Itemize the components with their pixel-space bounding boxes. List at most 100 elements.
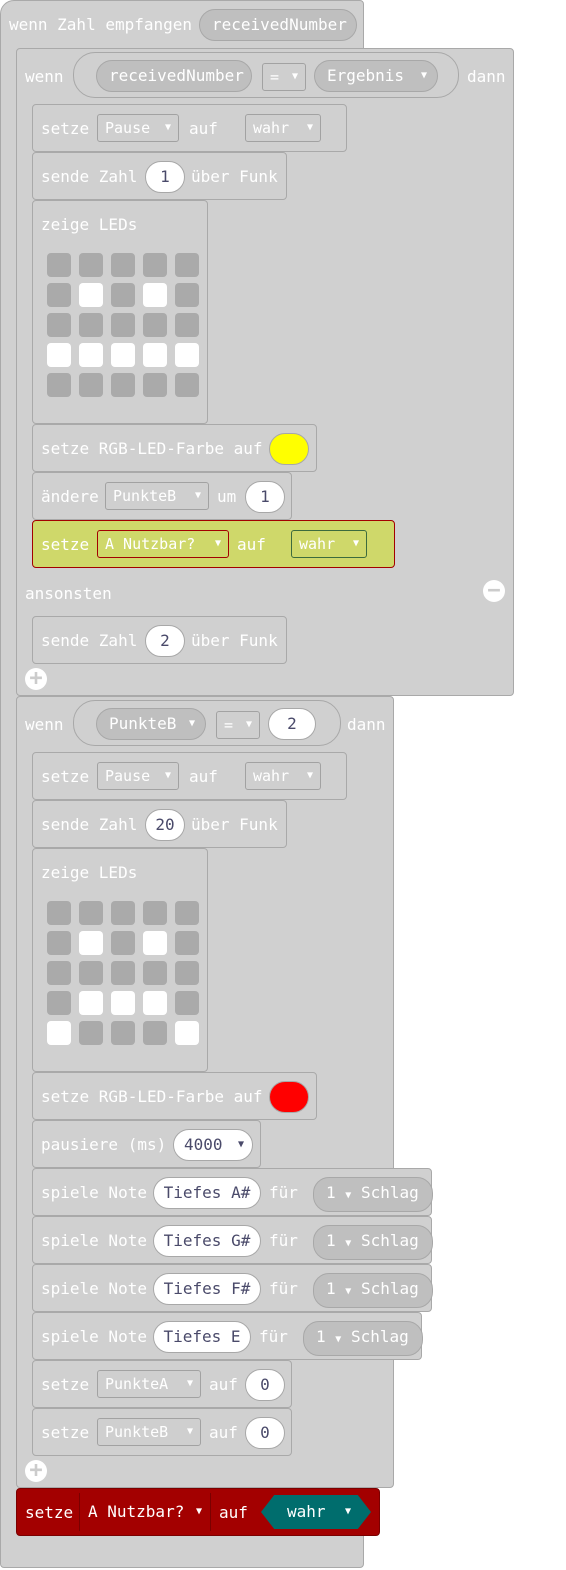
- led-cell[interactable]: [175, 343, 199, 367]
- led-cell[interactable]: [79, 901, 103, 925]
- bool-value[interactable]: wahr ▼: [261, 1495, 371, 1529]
- if1-right-var[interactable]: Ergebnis ▼: [314, 60, 438, 92]
- led-cell[interactable]: [111, 931, 135, 955]
- led-cell[interactable]: [47, 901, 71, 925]
- pause-ms-dropdown[interactable]: 4000 ▼: [173, 1129, 253, 1161]
- led-cell[interactable]: [111, 253, 135, 277]
- led-cell[interactable]: [79, 961, 103, 985]
- if2-show-leds-block[interactable]: zeige LEDs: [32, 848, 208, 1072]
- if2-right-value[interactable]: 2: [268, 708, 316, 740]
- led-cell[interactable]: [47, 961, 71, 985]
- led-cell[interactable]: [175, 991, 199, 1015]
- led-cell[interactable]: [111, 1021, 135, 1045]
- number-input[interactable]: 1: [245, 481, 285, 513]
- if1-change-var-block[interactable]: ändere PunkteB ▼ um 1: [32, 472, 292, 520]
- punkteb-var-dropdown[interactable]: PunkteB ▼: [105, 482, 209, 510]
- final-set-nutzbar-block[interactable]: setze A Nutzbar? ▼ auf wahr ▼: [16, 1488, 380, 1536]
- bool-dropdown[interactable]: wahr ▼: [245, 762, 321, 790]
- if2-set-punkteb-block[interactable]: setze PunkteB ▼ auf 0: [32, 1408, 292, 1456]
- nutzbar-var-dropdown[interactable]: A Nutzbar? ▼: [97, 530, 229, 558]
- number-input[interactable]: 0: [245, 1369, 285, 1401]
- led-cell[interactable]: [175, 901, 199, 925]
- minus-icon[interactable]: −: [483, 580, 505, 602]
- color-picker[interactable]: [269, 433, 309, 465]
- led-cell[interactable]: [111, 343, 135, 367]
- color-picker[interactable]: [269, 1081, 309, 1113]
- led-cell[interactable]: [111, 901, 135, 925]
- led-cell[interactable]: [143, 901, 167, 925]
- led-cell[interactable]: [175, 961, 199, 985]
- led-cell[interactable]: [79, 283, 103, 307]
- led-cell[interactable]: [175, 253, 199, 277]
- number-input[interactable]: 0: [245, 1417, 285, 1449]
- led-cell[interactable]: [47, 253, 71, 277]
- bool-dropdown[interactable]: wahr ▼: [291, 530, 367, 558]
- led-cell[interactable]: [47, 931, 71, 955]
- if1-set-nutzbar-block[interactable]: setze A Nutzbar? ▼ auf wahr ▼: [32, 520, 395, 568]
- led-cell[interactable]: [175, 313, 199, 337]
- led-cell[interactable]: [143, 1021, 167, 1045]
- play-note-block[interactable]: spiele Note Tiefes G# für 1 ▼ Schlag: [32, 1216, 433, 1264]
- led-cell[interactable]: [111, 313, 135, 337]
- led-cell[interactable]: [143, 283, 167, 307]
- pause-var-dropdown[interactable]: Pause ▼: [97, 114, 179, 142]
- led-cell[interactable]: [47, 1021, 71, 1045]
- punkteb-var-dropdown[interactable]: PunkteB ▼: [97, 1418, 201, 1446]
- if2-set-punktea-block[interactable]: setze PunkteA ▼ auf 0: [32, 1360, 292, 1408]
- play-note-block[interactable]: spiele Note Tiefes A# für 1 ▼ Schlag: [32, 1168, 433, 1216]
- led-cell[interactable]: [79, 343, 103, 367]
- led-cell[interactable]: [47, 373, 71, 397]
- if2-condition[interactable]: PunkteB ▼ = ▼ 2: [73, 700, 341, 746]
- led-grid[interactable]: [47, 253, 203, 403]
- led-cell[interactable]: [143, 991, 167, 1015]
- if2-set-pause-block[interactable]: setze Pause ▼ auf wahr ▼: [32, 752, 347, 800]
- beat-dropdown[interactable]: 1 ▼ Schlag: [303, 1321, 423, 1356]
- bool-dropdown[interactable]: wahr ▼: [245, 114, 321, 142]
- led-cell[interactable]: [47, 991, 71, 1015]
- led-cell[interactable]: [79, 991, 103, 1015]
- beat-dropdown[interactable]: 1 ▼ Schlag: [313, 1177, 433, 1212]
- led-cell[interactable]: [143, 931, 167, 955]
- led-cell[interactable]: [175, 283, 199, 307]
- led-cell[interactable]: [47, 283, 71, 307]
- led-cell[interactable]: [143, 961, 167, 985]
- if1-operator[interactable]: = ▼: [262, 63, 306, 91]
- led-cell[interactable]: [47, 313, 71, 337]
- if1-send-number-block[interactable]: sende Zahl 1 über Funk: [32, 152, 287, 200]
- led-cell[interactable]: [143, 313, 167, 337]
- play-note-block[interactable]: spiele Note Tiefes F# für 1 ▼ Schlag: [32, 1264, 433, 1312]
- if2-send-number-block[interactable]: sende Zahl 20 über Funk: [32, 800, 287, 848]
- if2-pause-block[interactable]: pausiere (ms) 4000 ▼: [32, 1120, 261, 1168]
- nutzbar-var-dropdown[interactable]: A Nutzbar? ▼: [79, 1493, 211, 1531]
- note-picker[interactable]: Tiefes F#: [153, 1273, 261, 1305]
- led-grid[interactable]: [47, 901, 203, 1051]
- if2-left-var[interactable]: PunkteB ▼: [96, 708, 206, 740]
- if1-condition[interactable]: receivedNumber = ▼ Ergebnis ▼: [73, 52, 459, 98]
- plus-icon[interactable]: +: [25, 668, 47, 690]
- led-cell[interactable]: [175, 373, 199, 397]
- play-note-block[interactable]: spiele Note Tiefes E für 1 ▼ Schlag: [32, 1312, 423, 1360]
- led-cell[interactable]: [143, 253, 167, 277]
- note-picker[interactable]: Tiefes G#: [153, 1225, 261, 1257]
- note-picker[interactable]: Tiefes E: [153, 1321, 251, 1353]
- led-cell[interactable]: [79, 313, 103, 337]
- plus-icon[interactable]: +: [25, 1460, 47, 1482]
- else-send-number-block[interactable]: sende Zahl 2 über Funk: [32, 616, 287, 664]
- led-cell[interactable]: [143, 373, 167, 397]
- if1-left-var[interactable]: receivedNumber: [96, 60, 252, 92]
- number-input[interactable]: 2: [145, 625, 185, 657]
- if2-operator[interactable]: = ▼: [216, 711, 260, 739]
- if2-set-rgb-block[interactable]: setze RGB-LED-Farbe auf: [32, 1072, 317, 1120]
- beat-dropdown[interactable]: 1 ▼ Schlag: [313, 1273, 433, 1308]
- note-picker[interactable]: Tiefes A#: [153, 1177, 261, 1209]
- led-cell[interactable]: [79, 1021, 103, 1045]
- led-cell[interactable]: [175, 1021, 199, 1045]
- led-cell[interactable]: [143, 343, 167, 367]
- led-cell[interactable]: [111, 373, 135, 397]
- number-input[interactable]: 20: [145, 809, 185, 841]
- led-cell[interactable]: [79, 253, 103, 277]
- led-cell[interactable]: [79, 931, 103, 955]
- punktea-var-dropdown[interactable]: PunkteA ▼: [97, 1370, 201, 1398]
- led-cell[interactable]: [111, 961, 135, 985]
- led-cell[interactable]: [47, 343, 71, 367]
